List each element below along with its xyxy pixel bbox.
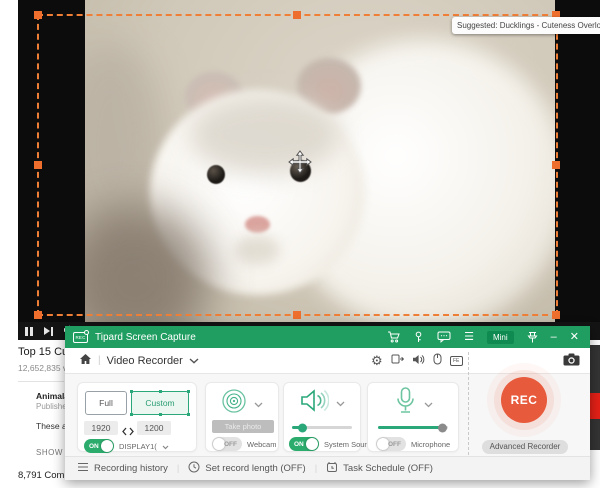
display-area-card: Full Custom 1920 1200 ON DISPLAY1(	[77, 382, 197, 452]
system-sound-toggle[interactable]: ON	[289, 437, 319, 451]
rec-button[interactable]: REC	[501, 377, 547, 423]
pause-button[interactable]	[25, 327, 33, 336]
handle-top-left[interactable]	[34, 11, 42, 19]
microphone-label: Microphone	[411, 440, 450, 449]
webcam-toggle-row: OFF Webcam	[212, 437, 276, 451]
app-logo-icon: REC	[73, 332, 88, 343]
handle-mid-left[interactable]	[34, 161, 42, 169]
mini-mode-button[interactable]: Mini	[487, 331, 514, 344]
feedback-icon[interactable]	[437, 331, 451, 343]
height-input[interactable]: 1200	[137, 421, 171, 435]
system-sound-slider[interactable]	[292, 426, 352, 429]
handle-bottom-left[interactable]	[34, 311, 42, 319]
handle-bottom-right[interactable]	[552, 311, 560, 319]
sound-icon[interactable]	[412, 352, 425, 370]
display-toggle[interactable]: ON	[84, 439, 114, 453]
microphone-icon	[394, 386, 417, 421]
display-chevron-icon[interactable]	[162, 437, 169, 455]
handle-bottom-mid[interactable]	[293, 311, 301, 319]
recorder-window: REC Tipard Screen Capture ☰ Mini – ✕	[65, 326, 590, 480]
width-input[interactable]: 1920	[84, 421, 118, 435]
mode-nav-row: | Video Recorder ⚙ FE	[65, 348, 590, 374]
divider	[18, 381, 64, 382]
system-sound-label: System Sound	[324, 440, 373, 449]
mode-selector-label[interactable]: Video Recorder	[107, 355, 183, 367]
footer-separator: |	[177, 463, 179, 474]
sidebar-red-thumbnail	[590, 393, 600, 419]
home-icon[interactable]	[79, 353, 92, 368]
suggestion-text: Suggested: Ducklings - Cuteness Overload	[457, 21, 600, 30]
task-schedule-button[interactable]: Task Schedule (OFF)	[326, 461, 433, 476]
window-titlebar[interactable]: REC Tipard Screen Capture ☰ Mini – ✕	[65, 326, 590, 348]
list-icon	[77, 462, 89, 475]
move-cursor-icon	[288, 150, 312, 179]
suggestion-tooltip: Suggested: Ducklings - Cuteness Overload…	[452, 17, 600, 34]
next-button[interactable]	[44, 327, 54, 336]
mic-toggle-row: OFF Microphone	[376, 437, 450, 451]
custom-label: Custom	[145, 398, 174, 408]
microphone-slider[interactable]	[378, 426, 448, 429]
section-divider	[468, 352, 469, 455]
clock-icon	[188, 461, 200, 476]
microphone-toggle[interactable]: OFF	[376, 437, 406, 451]
sound-chevron-icon[interactable]	[336, 394, 345, 412]
screenshot-camera-icon[interactable]	[563, 353, 580, 371]
nav-divider: |	[98, 355, 101, 366]
display-source-label[interactable]: DISPLAY1(	[119, 442, 157, 451]
window-footer: Recording history | Set record length (O…	[65, 456, 590, 480]
microphone-card: OFF Microphone	[367, 382, 459, 452]
custom-area-button[interactable]: Custom	[131, 391, 189, 415]
webcam-icon	[221, 388, 247, 419]
webcam-label: Webcam	[247, 440, 276, 449]
record-length-button[interactable]: Set record length (OFF)	[188, 461, 305, 476]
window-title: Tipard Screen Capture	[95, 332, 196, 343]
webcam-chevron-icon[interactable]	[254, 395, 263, 413]
settings-gear-icon[interactable]: ⚙	[371, 354, 383, 369]
mouse-icon[interactable]	[433, 352, 442, 370]
output-icon[interactable]	[391, 352, 404, 370]
webcam-toggle[interactable]: OFF	[212, 437, 242, 451]
handle-mid-right[interactable]	[552, 161, 560, 169]
mic-chevron-icon[interactable]	[424, 395, 433, 413]
full-screen-button[interactable]: Full	[85, 391, 127, 415]
minimize-button[interactable]: –	[551, 332, 557, 343]
hotkey-icon[interactable]: FE	[450, 356, 463, 366]
chevron-down-icon[interactable]	[189, 355, 199, 367]
speaker-icon	[299, 387, 329, 419]
webcam-card: Take photo OFF Webcam	[205, 382, 279, 452]
recording-history-button[interactable]: Recording history	[77, 462, 168, 475]
system-sound-card: ON System Sound	[283, 382, 361, 452]
advanced-recorder-button[interactable]: Advanced Recorder	[482, 440, 568, 454]
close-button[interactable]: ✕	[570, 332, 579, 343]
pin-icon[interactable]	[527, 331, 538, 343]
take-photo-button: Take photo	[212, 420, 274, 433]
screen: Top 15 Cutest E 12,652,835 views Animala…	[0, 0, 600, 488]
menu-icon[interactable]: ☰	[464, 332, 474, 343]
schedule-clock-icon	[326, 461, 338, 476]
footer-separator: |	[315, 463, 317, 474]
key-icon[interactable]	[413, 331, 424, 343]
display-toggle-row: ON DISPLAY1(	[84, 437, 169, 455]
handle-top-mid[interactable]	[293, 11, 301, 19]
cart-icon[interactable]	[387, 331, 400, 343]
sound-toggle-row: ON System Sound	[289, 437, 373, 451]
